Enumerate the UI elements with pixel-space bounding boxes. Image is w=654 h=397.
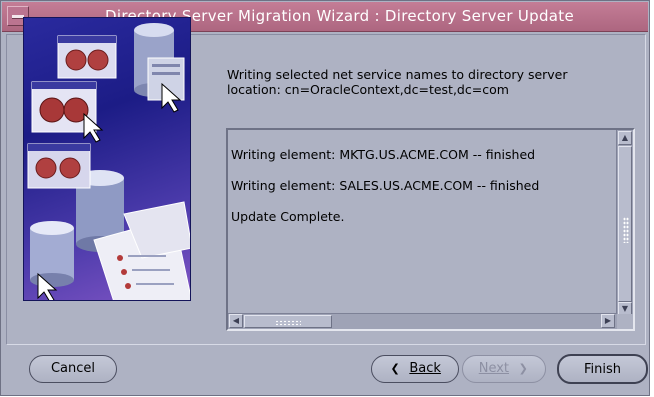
description-line: Writing selected net service names to di… xyxy=(227,67,568,82)
grip-icon xyxy=(623,217,629,243)
log-line: Writing element: SALES.US.ACME.COM -- fi… xyxy=(231,178,540,193)
log-line: Update Complete. xyxy=(231,209,345,224)
back-button-label: Back xyxy=(409,361,441,376)
film-window-icon xyxy=(57,35,117,79)
finish-button-label: Finish xyxy=(583,362,621,377)
scrollbar-corner xyxy=(617,314,633,329)
back-button[interactable]: ❮ Back xyxy=(371,355,459,383)
log-lines: Writing element: MKTG.US.ACME.COM -- fin… xyxy=(231,147,611,240)
chevron-right-icon: ❯ xyxy=(518,362,528,375)
scroll-left-icon[interactable]: ◀ xyxy=(229,314,243,328)
next-button[interactable]: Next ❯ xyxy=(462,355,546,383)
scroll-up-icon[interactable]: ▲ xyxy=(618,131,632,145)
finish-button[interactable]: Finish xyxy=(557,354,648,384)
log-text-area[interactable]: Writing element: MKTG.US.ACME.COM -- fin… xyxy=(226,128,635,331)
horizontal-scroll-thumb[interactable] xyxy=(244,315,332,328)
illustration-graphic xyxy=(27,23,190,300)
wizard-window: Directory Server Migration Wizard : Dire… xyxy=(0,0,650,396)
description-line: location: cn=OracleContext,dc=test,dc=co… xyxy=(227,82,509,97)
description-text: Writing selected net service names to di… xyxy=(227,67,617,97)
cancel-button[interactable]: Cancel xyxy=(29,355,117,383)
film-window-icon xyxy=(27,143,91,189)
scroll-right-icon[interactable]: ▶ xyxy=(601,314,615,328)
vertical-scrollbar[interactable]: ▲ ▼ xyxy=(616,130,633,329)
vertical-scroll-thumb[interactable] xyxy=(618,146,632,302)
log-line: Writing element: MKTG.US.ACME.COM -- fin… xyxy=(231,147,536,162)
wizard-illustration xyxy=(23,17,191,301)
chevron-left-icon: ❮ xyxy=(390,362,400,375)
next-button-label: Next xyxy=(478,361,510,376)
grip-icon xyxy=(275,320,301,326)
cancel-button-label: Cancel xyxy=(50,361,96,376)
database-icon xyxy=(30,221,74,287)
horizontal-scrollbar[interactable]: ◀ ▶ xyxy=(228,313,617,329)
